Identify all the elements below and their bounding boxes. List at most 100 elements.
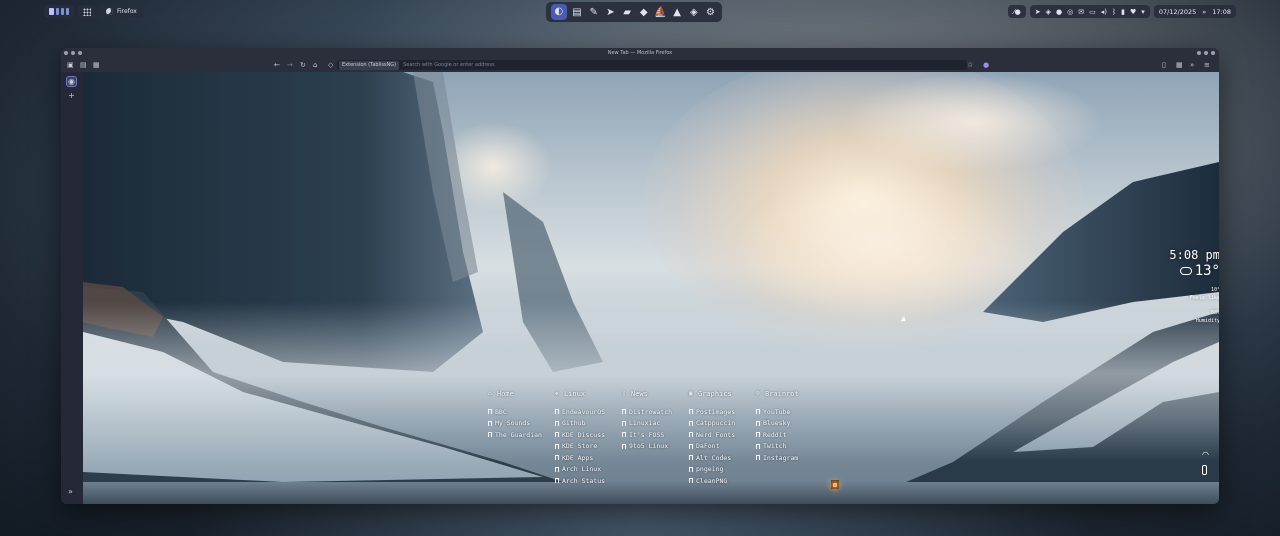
sidebar-tab-newtab[interactable]: ◉: [66, 76, 77, 87]
vpn-tray-icon[interactable]: ◎: [1067, 8, 1073, 16]
bookmark-icon: [555, 432, 559, 438]
shield-tray-icon[interactable]: ◈: [1046, 8, 1051, 16]
bookmark-link[interactable]: The Guardian: [488, 429, 555, 441]
bookmark-link[interactable]: KDE Apps: [555, 452, 622, 464]
clock-widget[interactable]: 07/12/2025 » 17:08: [1153, 5, 1236, 18]
app-launcher-button[interactable]: [78, 5, 96, 18]
bookmark-link[interactable]: Bluesky: [756, 418, 823, 430]
bookmark-link[interactable]: EndeavourOS: [555, 406, 622, 418]
window-title: New Tab — Mozilla Firefox: [607, 50, 673, 56]
bookmark-link[interactable]: BBC: [488, 406, 555, 418]
window-menu-buttons: [64, 51, 82, 55]
bookmark-icon: [756, 455, 760, 461]
bookmark-link[interactable]: KDE Discuss: [555, 429, 622, 441]
window-dot-icon[interactable]: [71, 51, 75, 55]
tracking-shield-icon[interactable]: ◇: [328, 58, 333, 72]
telegram-tray-icon[interactable]: ➤: [1035, 8, 1041, 16]
link-label: My Sounds: [495, 419, 531, 428]
volume-icon[interactable]: ◂): [1101, 8, 1107, 16]
close-button[interactable]: [1211, 51, 1215, 55]
extension-badge[interactable]: Extension (TablissNG): [339, 60, 400, 70]
workspace-switcher[interactable]: [44, 5, 74, 18]
active-window-label: Firefox: [117, 8, 137, 15]
clipboard-tray-icon[interactable]: ▭: [1089, 8, 1096, 16]
link-label: Bluesky: [763, 419, 791, 428]
downloads-icon[interactable]: ▯: [1162, 58, 1166, 72]
bluetooth-icon[interactable]: ᛒ: [1112, 8, 1116, 16]
window-dot-icon[interactable]: [78, 51, 82, 55]
firefox-tab-icon: ◉: [68, 77, 75, 86]
menu-icon[interactable]: ≡: [1204, 58, 1210, 72]
network-icon[interactable]: ♥: [1130, 8, 1136, 16]
time-label: 17:08: [1212, 7, 1231, 16]
folder-icon[interactable]: ▰: [621, 6, 634, 19]
tray-expand-icon[interactable]: ▾: [1141, 8, 1145, 16]
sidebar-toggle-icon[interactable]: ▣: [67, 58, 74, 72]
back-button[interactable]: ←: [274, 58, 280, 72]
bookmark-link[interactable]: It's FOSS: [622, 429, 689, 441]
home-button[interactable]: ⌂: [313, 58, 317, 72]
bookmark-link[interactable]: CleanPNG: [689, 475, 756, 487]
active-window-indicator[interactable]: Firefox: [100, 5, 143, 18]
minimize-button[interactable]: [1197, 51, 1201, 55]
kate-editor-icon[interactable]: ▤: [571, 6, 584, 19]
overflow-icon[interactable]: »: [1190, 58, 1194, 72]
bookmark-link[interactable]: Twitch: [756, 441, 823, 453]
reload-button[interactable]: ↻: [300, 58, 306, 72]
bookmark-link[interactable]: Nerd Fonts: [689, 429, 756, 441]
bookmark-link[interactable]: Alt Codes: [689, 452, 756, 464]
bookmark-link[interactable]: 9to5 Linux: [622, 441, 689, 453]
bookmark-link[interactable]: Postimages: [689, 406, 756, 418]
tab-groups-icon[interactable]: ▤: [80, 58, 87, 72]
bookmark-link[interactable]: DaFont: [689, 441, 756, 453]
telegram-icon[interactable]: ➤: [604, 6, 617, 19]
extensions-grid-icon[interactable]: ▦: [1176, 58, 1183, 72]
grid-icon: [83, 7, 91, 16]
settings-gear-icon[interactable]: ⚙: [704, 6, 717, 19]
forward-button[interactable]: →: [287, 58, 293, 72]
bookmark-link[interactable]: Instagram: [756, 452, 823, 464]
shield-icon[interactable]: ◈: [687, 6, 700, 19]
notes-icon[interactable]: ✎: [587, 6, 600, 19]
tab-overview-icon[interactable]: ▦: [93, 58, 100, 72]
anki-icon[interactable]: ◆: [637, 6, 650, 19]
window-dot-icon[interactable]: [64, 51, 68, 55]
bookmark-icon: [555, 420, 559, 426]
bookmark-link[interactable]: Catppuccin: [689, 418, 756, 430]
bookmark-link[interactable]: YouTube: [756, 406, 823, 418]
bookmark-link[interactable]: Reddit: [756, 429, 823, 441]
new-tab-button[interactable]: +: [66, 90, 77, 101]
bookmark-link[interactable]: Github: [555, 418, 622, 430]
bookmark-icon: [689, 478, 693, 484]
extension-icon[interactable]: ●: [983, 58, 989, 72]
expand-sidebar-icon[interactable]: »: [68, 487, 73, 496]
bookmark-link[interactable]: Distrowatch: [622, 406, 689, 418]
boat-icon[interactable]: ⛵: [654, 6, 667, 19]
bookmark-link[interactable]: Arch Linux: [555, 464, 622, 476]
bookmark-link[interactable]: pngeing: [689, 464, 756, 476]
firefox-icon[interactable]: ◐: [550, 4, 567, 20]
bookmark-link[interactable]: Arch Status: [555, 475, 622, 487]
group-heading: ▯ News: [622, 388, 689, 400]
color-picker-widget[interactable]: ⁄●: [1008, 5, 1026, 18]
maximize-button[interactable]: [1204, 51, 1208, 55]
battery-icon[interactable]: ▮: [1121, 8, 1125, 16]
bookmark-link[interactable]: My Sounds: [488, 418, 555, 430]
group-title: Linux: [564, 390, 586, 398]
bookmark-group-linux: ✥ Linux EndeavourOS Github KDE Discuss KD…: [555, 388, 622, 487]
window-controls: [1197, 51, 1215, 55]
bookmark-star-icon[interactable]: ☆: [967, 58, 973, 72]
new-tab-page: 5:08 pm 13° 10° Feels like 88% Humidity …: [83, 72, 1219, 504]
link-label: pngeing: [696, 465, 724, 474]
bookmark-icon: [756, 443, 760, 449]
steam-tray-icon[interactable]: ●: [1056, 8, 1062, 16]
link-label: Distrowatch: [629, 407, 673, 416]
mail-tray-icon[interactable]: ✉: [1078, 8, 1084, 16]
bookmark-link[interactable]: Linuxiac: [622, 418, 689, 430]
url-input[interactable]: [403, 62, 924, 68]
bookmark-link[interactable]: KDE Store: [555, 441, 622, 453]
url-bar[interactable]: Extension (TablissNG): [337, 60, 967, 70]
android-icon[interactable]: ▲: [671, 6, 684, 19]
bookmark-icon: [488, 420, 492, 426]
home-icon: ⌂: [488, 390, 492, 397]
